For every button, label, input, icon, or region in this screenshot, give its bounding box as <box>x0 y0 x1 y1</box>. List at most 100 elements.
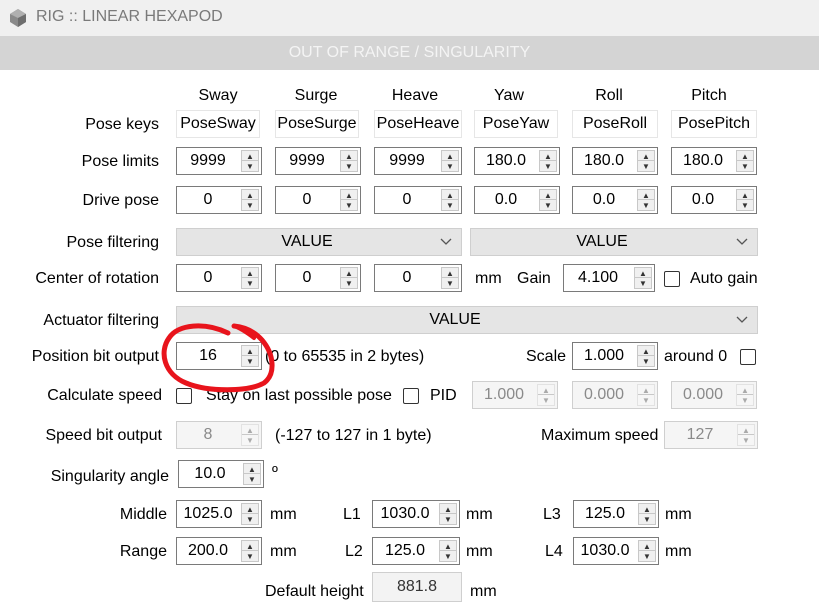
singularity-angle-spinner[interactable]: 10.0 ▲ ▼ <box>178 460 264 488</box>
speed-bit-output-spinner[interactable]: 8 ▲ ▼ <box>176 421 262 449</box>
spin-up-icon[interactable]: ▲ <box>737 385 753 395</box>
auto-gain-checkbox[interactable] <box>664 271 680 287</box>
spinner-value[interactable]: 125.0 <box>373 538 437 564</box>
spinner-value[interactable]: 127 <box>665 422 735 448</box>
spinner-value[interactable]: 10.0 <box>179 461 241 487</box>
spin-down-icon[interactable]: ▼ <box>737 395 753 405</box>
spin-down-icon[interactable]: ▼ <box>639 514 655 524</box>
spin-down-icon[interactable]: ▼ <box>242 514 258 524</box>
spin-up-icon[interactable]: ▲ <box>638 385 654 395</box>
spin-down-icon[interactable]: ▼ <box>242 435 258 445</box>
pose-key-pitch[interactable]: PosePitch <box>671 110 757 138</box>
spin-up-icon[interactable]: ▲ <box>341 190 357 200</box>
drive-pose-yaw-spinner[interactable]: 0.0 ▲ ▼ <box>474 186 560 214</box>
l2-spinner[interactable]: 125.0 ▲ ▼ <box>372 537 460 565</box>
spin-down-icon[interactable]: ▼ <box>442 200 458 210</box>
spin-down-icon[interactable]: ▼ <box>440 514 456 524</box>
pose-key-surge[interactable]: PoseSurge <box>275 110 359 138</box>
spin-up-icon[interactable]: ▲ <box>737 151 753 161</box>
spin-up-icon[interactable]: ▲ <box>540 190 556 200</box>
l3-spinner[interactable]: 125.0 ▲ ▼ <box>573 500 659 528</box>
l1-spinner[interactable]: 1030.0 ▲ ▼ <box>372 500 460 528</box>
pose-limit-surge-spinner[interactable]: 9999 ▲ ▼ <box>275 147 361 175</box>
spin-down-icon[interactable]: ▼ <box>242 278 258 288</box>
spinner-buttons[interactable]: ▲ ▼ <box>638 540 656 562</box>
spin-up-icon[interactable]: ▲ <box>442 268 458 278</box>
spinner-value[interactable]: 180.0 <box>475 148 537 174</box>
drive-pose-heave-spinner[interactable]: 0 ▲ ▼ <box>374 186 462 214</box>
spinner-value[interactable]: 0.000 <box>672 382 734 408</box>
spinner-value[interactable]: 0 <box>177 187 239 213</box>
spinner-value[interactable]: 180.0 <box>573 148 635 174</box>
pose-limit-pitch-spinner[interactable]: 180.0 ▲ ▼ <box>671 147 757 175</box>
spinner-buttons[interactable]: ▲ ▼ <box>441 189 459 211</box>
pose-key-sway[interactable]: PoseSway <box>176 110 260 138</box>
spinner-buttons[interactable]: ▲ ▼ <box>241 424 259 446</box>
spin-up-icon[interactable]: ▲ <box>638 190 654 200</box>
spinner-buttons[interactable]: ▲ ▼ <box>241 150 259 172</box>
spinner-buttons[interactable]: ▲ ▼ <box>539 189 557 211</box>
spinner-buttons[interactable]: ▲ ▼ <box>439 503 457 525</box>
spin-down-icon[interactable]: ▼ <box>638 395 654 405</box>
spin-down-icon[interactable]: ▼ <box>242 551 258 561</box>
spin-up-icon[interactable]: ▲ <box>638 151 654 161</box>
spinner-value[interactable]: 0.0 <box>573 187 635 213</box>
spin-up-icon[interactable]: ▲ <box>737 190 753 200</box>
spin-down-icon[interactable]: ▼ <box>638 356 654 366</box>
spinner-value[interactable]: 1030.0 <box>373 501 437 527</box>
drive-pose-pitch-spinner[interactable]: 0.0 ▲ ▼ <box>671 186 757 214</box>
spinner-buttons[interactable]: ▲ ▼ <box>441 150 459 172</box>
spin-down-icon[interactable]: ▼ <box>737 161 753 171</box>
spinner-buttons[interactable]: ▲ ▼ <box>241 503 259 525</box>
drive-pose-surge-spinner[interactable]: 0 ▲ ▼ <box>275 186 361 214</box>
pose-filtering-rotation-select[interactable]: VALUE <box>470 228 758 256</box>
spin-up-icon[interactable]: ▲ <box>639 541 655 551</box>
pid-i-spinner[interactable]: 0.000 ▲ ▼ <box>572 381 658 409</box>
spinner-value[interactable]: 1.000 <box>573 343 635 369</box>
spin-down-icon[interactable]: ▼ <box>540 200 556 210</box>
spinner-buttons[interactable]: ▲ ▼ <box>637 189 655 211</box>
spin-up-icon[interactable]: ▲ <box>242 425 258 435</box>
spin-up-icon[interactable]: ▲ <box>635 268 651 278</box>
spin-up-icon[interactable]: ▲ <box>242 541 258 551</box>
spinner-buttons[interactable]: ▲ ▼ <box>241 540 259 562</box>
spin-down-icon[interactable]: ▼ <box>635 278 651 288</box>
spin-down-icon[interactable]: ▼ <box>442 278 458 288</box>
spin-down-icon[interactable]: ▼ <box>341 200 357 210</box>
spinner-value[interactable]: 1030.0 <box>574 538 636 564</box>
gain-spinner[interactable]: 4.100 ▲ ▼ <box>563 264 655 292</box>
spinner-buttons[interactable]: ▲ ▼ <box>637 384 655 406</box>
spin-down-icon[interactable]: ▼ <box>341 161 357 171</box>
pose-key-yaw[interactable]: PoseYaw <box>474 110 558 138</box>
spinner-buttons[interactable]: ▲ ▼ <box>736 150 754 172</box>
spin-up-icon[interactable]: ▲ <box>242 268 258 278</box>
spinner-value[interactable]: 0.000 <box>573 382 635 408</box>
spinner-value[interactable]: 200.0 <box>177 538 239 564</box>
spinner-buttons[interactable]: ▲ ▼ <box>537 384 555 406</box>
spinner-buttons[interactable]: ▲ ▼ <box>340 189 358 211</box>
spin-down-icon[interactable]: ▼ <box>738 435 754 445</box>
spinner-value[interactable]: 9999 <box>375 148 439 174</box>
pose-key-heave[interactable]: PoseHeave <box>374 110 462 138</box>
pose-limit-yaw-spinner[interactable]: 180.0 ▲ ▼ <box>474 147 560 175</box>
spin-up-icon[interactable]: ▲ <box>638 346 654 356</box>
spin-up-icon[interactable]: ▲ <box>440 504 456 514</box>
spin-up-icon[interactable]: ▲ <box>341 151 357 161</box>
pose-filtering-translation-select[interactable]: VALUE <box>176 228 462 256</box>
spinner-value[interactable]: 0.0 <box>475 187 537 213</box>
pid-checkbox[interactable] <box>403 388 419 404</box>
spin-down-icon[interactable]: ▼ <box>638 161 654 171</box>
spinner-value[interactable]: 8 <box>177 422 239 448</box>
pose-limit-roll-spinner[interactable]: 180.0 ▲ ▼ <box>572 147 658 175</box>
maximum-speed-spinner[interactable]: 127 ▲ ▼ <box>664 421 758 449</box>
spin-down-icon[interactable]: ▼ <box>440 551 456 561</box>
spin-down-icon[interactable]: ▼ <box>341 278 357 288</box>
spin-up-icon[interactable]: ▲ <box>442 151 458 161</box>
spinner-buttons[interactable]: ▲ ▼ <box>637 150 655 172</box>
drive-pose-sway-spinner[interactable]: 0 ▲ ▼ <box>176 186 262 214</box>
center-rotation-y-spinner[interactable]: 0 ▲ ▼ <box>275 264 361 292</box>
spin-up-icon[interactable]: ▲ <box>639 504 655 514</box>
spinner-value[interactable]: 9999 <box>177 148 239 174</box>
spin-up-icon[interactable]: ▲ <box>242 504 258 514</box>
spinner-value[interactable]: 125.0 <box>574 501 636 527</box>
